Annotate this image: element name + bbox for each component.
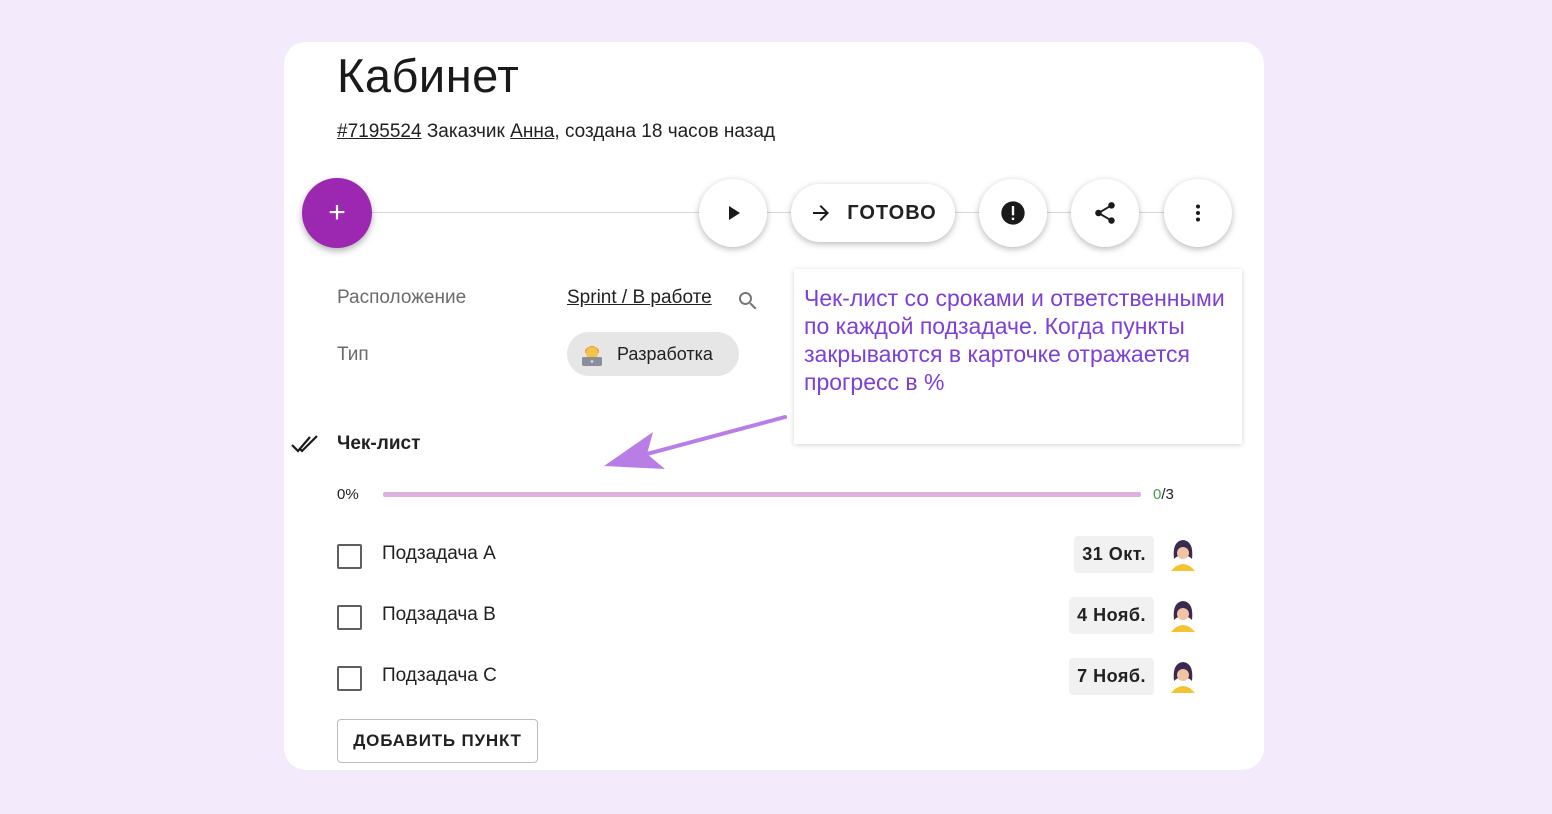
plus-icon: + (328, 196, 346, 229)
done-button-label: ГОТОВО (847, 201, 937, 224)
task-id-link[interactable]: #7195524 (337, 121, 422, 142)
item-due-date[interactable]: 4 Нояб. (1069, 597, 1154, 634)
item-due-date[interactable]: 7 Нояб. (1069, 658, 1154, 695)
checklist-item: Подзадача C 7 Нояб. (337, 657, 1207, 698)
more-button[interactable] (1164, 179, 1232, 247)
start-button[interactable] (699, 179, 767, 247)
location-label: Расположение (337, 287, 467, 308)
item-checkbox[interactable] (337, 666, 362, 691)
item-label: Подзадача C (382, 665, 497, 686)
type-chip-label: Разработка (617, 343, 713, 364)
arrow-right-icon (813, 205, 830, 221)
developer-emoji-icon (582, 346, 602, 366)
annotation-text: Чек-лист со сроками и ответственными по … (804, 285, 1225, 395)
progress-total-count: /3 (1161, 486, 1174, 503)
assignee-avatar[interactable] (1164, 596, 1202, 634)
add-fab-button[interactable]: + (302, 178, 372, 248)
double-check-icon (291, 435, 318, 453)
item-due-date[interactable]: 31 Окт. (1074, 536, 1154, 573)
customer-link[interactable]: Анна (510, 121, 554, 142)
checklist-item: Подзадача A 31 Окт. (337, 535, 1207, 576)
share-button[interactable] (1071, 179, 1139, 247)
progress-count: 0/3 (1153, 486, 1174, 503)
priority-button[interactable] (979, 179, 1047, 247)
task-meta: #7195524 Заказчик Анна, создана 18 часов… (337, 121, 775, 143)
assignee-avatar[interactable] (1164, 535, 1202, 573)
checklist-item: Подзадача B 4 Нояб. (337, 596, 1207, 637)
assignee-avatar[interactable] (1164, 657, 1202, 695)
type-label: Тип (337, 344, 369, 365)
add-item-button[interactable]: ДОБАВИТЬ ПУНКТ (337, 719, 538, 763)
checklist-title: Чек-лист (337, 433, 421, 454)
location-link[interactable]: Sprint / В работе (567, 287, 712, 309)
page-title: Кабинет (337, 49, 520, 102)
share-icon (1095, 202, 1115, 224)
item-label: Подзадача A (382, 543, 496, 564)
item-label: Подзадача B (382, 604, 496, 625)
customer-label: Заказчик (426, 121, 505, 142)
type-chip[interactable]: Разработка (567, 332, 739, 376)
alert-icon (1001, 201, 1025, 225)
play-icon (729, 206, 740, 220)
item-checkbox[interactable] (337, 544, 362, 569)
created-text: , создана 18 часов назад (554, 121, 776, 142)
search-icon[interactable] (736, 289, 760, 313)
progress-bar (383, 492, 1141, 497)
item-checkbox[interactable] (337, 605, 362, 630)
done-button[interactable]: ГОТОВО (791, 184, 955, 242)
progress-percent: 0% (337, 486, 359, 503)
more-vert-icon (1196, 204, 1200, 222)
